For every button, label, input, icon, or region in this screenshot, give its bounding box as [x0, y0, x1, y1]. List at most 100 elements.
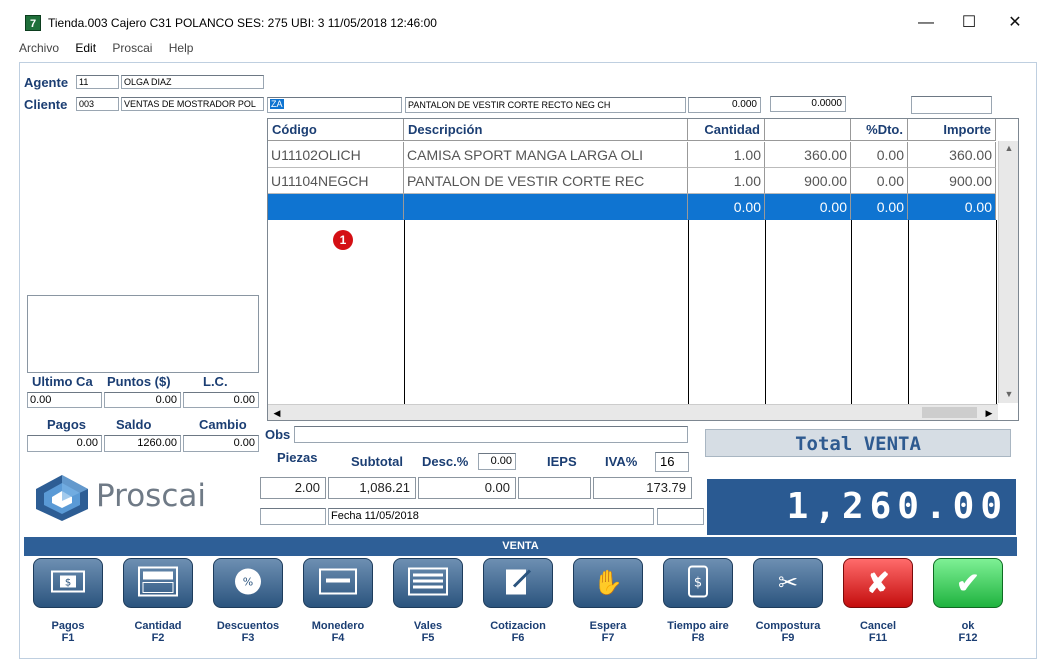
- scroll-up-icon[interactable]: ▲: [1001, 141, 1017, 155]
- iva-pct-field[interactable]: 16: [655, 452, 689, 472]
- entry-price-field[interactable]: 0.0000: [770, 96, 846, 112]
- ok-button[interactable]: ✔: [933, 558, 1003, 608]
- vales-button-label[interactable]: Vales F5: [383, 620, 473, 644]
- x-icon: ✘: [866, 567, 890, 599]
- agente-name-field[interactable]: OLGA DIAZ: [121, 75, 264, 89]
- cell-descripcion[interactable]: CAMISA SPORT MANGA LARGA OLI: [404, 142, 688, 168]
- tiempo-aire-button[interactable]: $: [663, 558, 733, 608]
- notes-box[interactable]: [27, 295, 259, 373]
- compostura-button-label[interactable]: Compostura F9: [743, 620, 833, 644]
- menu-help[interactable]: Help: [169, 41, 194, 55]
- cash-icon: $: [51, 570, 85, 596]
- cell-precio-selected[interactable]: 0.00: [765, 194, 851, 220]
- hand-icon: ✋: [593, 569, 623, 597]
- cotizacion-button[interactable]: [483, 558, 553, 608]
- cell-codigo[interactable]: U11104NEGCH: [268, 168, 404, 194]
- close-button[interactable]: ✕: [992, 8, 1038, 38]
- cell-cantidad-selected[interactable]: 0.00: [688, 194, 765, 220]
- menu-archivo[interactable]: Archivo: [19, 41, 59, 55]
- scroll-right-icon[interactable]: ▶: [982, 406, 996, 420]
- espera-button-label[interactable]: Espera F7: [563, 620, 653, 644]
- entry-code-input[interactable]: ZA: [267, 97, 402, 113]
- cell-dto[interactable]: 0.00: [851, 168, 908, 194]
- entry-extra-field[interactable]: [911, 96, 992, 114]
- cell-importe[interactable]: 360.00: [908, 142, 996, 168]
- cantidad-button[interactable]: [123, 558, 193, 608]
- obs-label: Obs: [265, 427, 291, 442]
- scroll-thumb[interactable]: [922, 407, 977, 418]
- cliente-code-field[interactable]: 003: [76, 97, 119, 111]
- cell-dto[interactable]: 0.00: [851, 142, 908, 168]
- descuento-value: 0.00: [418, 477, 516, 499]
- obs-input[interactable]: [294, 426, 688, 443]
- grid-column-divider: [688, 220, 689, 404]
- ultimo-cambio-label: Ultimo Ca: [32, 374, 93, 389]
- cancel-button-label[interactable]: Cancel F11: [833, 620, 923, 644]
- cell-descripcion[interactable]: PANTALON DE VESTIR CORTE REC: [404, 168, 688, 194]
- menu-proscai[interactable]: Proscai: [112, 41, 152, 55]
- pagos-button-label[interactable]: Pagos F1: [23, 620, 113, 644]
- entry-qty-field[interactable]: 0.000: [688, 97, 761, 113]
- svg-text:$: $: [65, 578, 71, 589]
- saldo-field[interactable]: 1260.00: [104, 435, 181, 452]
- piezas-value: 2.00: [260, 477, 326, 499]
- col-header-cantidad[interactable]: Cantidad: [688, 119, 765, 141]
- entry-description-field[interactable]: PANTALON DE VESTIR CORTE RECTO NEG CH: [405, 97, 686, 113]
- monedero-button-label[interactable]: Monedero F4: [293, 620, 383, 644]
- cell-importe-selected[interactable]: 0.00: [908, 194, 996, 220]
- scroll-down-icon[interactable]: ▼: [1001, 387, 1017, 401]
- puntos-field[interactable]: 0.00: [104, 392, 181, 408]
- pagos-button[interactable]: $: [33, 558, 103, 608]
- fecha-field: Fecha 11/05/2018: [328, 508, 654, 525]
- cell-descripcion-selected[interactable]: [404, 194, 688, 220]
- vales-button[interactable]: [393, 558, 463, 608]
- items-grid[interactable]: Código Descripción Cantidad %Dto. Import…: [267, 118, 1019, 421]
- cambio-label: Cambio: [199, 417, 247, 432]
- lc-field[interactable]: 0.00: [183, 392, 259, 408]
- ultimo-cambio-field[interactable]: 0.00: [27, 392, 102, 408]
- grid-column-divider: [996, 220, 997, 404]
- cancel-button[interactable]: ✘: [843, 558, 913, 608]
- cell-codigo-selected[interactable]: [268, 194, 404, 220]
- cotizacion-button-label[interactable]: Cotizacion F6: [473, 620, 563, 644]
- horizontal-scrollbar[interactable]: ◀ ▶: [268, 404, 998, 420]
- col-header-dto[interactable]: %Dto.: [851, 119, 908, 141]
- cell-codigo[interactable]: U11102OLICH: [268, 142, 404, 168]
- ok-button-label[interactable]: ok F12: [923, 620, 1013, 644]
- cell-cantidad[interactable]: 1.00: [688, 168, 765, 194]
- scissors-icon: ✂: [777, 569, 799, 597]
- cell-precio[interactable]: 900.00: [765, 168, 851, 194]
- agente-code-field[interactable]: 11: [76, 75, 119, 89]
- cell-importe[interactable]: 900.00: [908, 168, 996, 194]
- col-header-precio[interactable]: [765, 119, 851, 141]
- ieps-value: [518, 477, 591, 499]
- compostura-button[interactable]: ✂: [753, 558, 823, 608]
- proscai-logo-text: Proscai: [96, 478, 206, 514]
- cambio-field[interactable]: 0.00: [183, 435, 259, 452]
- descuento-pct-field[interactable]: 0.00: [478, 453, 516, 470]
- descuentos-button[interactable]: %: [213, 558, 283, 608]
- scroll-left-icon[interactable]: ◀: [270, 406, 284, 420]
- cell-cantidad[interactable]: 1.00: [688, 142, 765, 168]
- edit-document-icon: [504, 567, 532, 600]
- pagos-field[interactable]: 0.00: [27, 435, 102, 452]
- subtotal-value: 1,086.21: [328, 477, 416, 499]
- menu-edit[interactable]: Edit: [75, 41, 96, 55]
- col-header-importe[interactable]: Importe: [908, 119, 996, 141]
- minimize-button[interactable]: —: [903, 8, 949, 38]
- cantidad-button-label[interactable]: Cantidad F2: [113, 620, 203, 644]
- vertical-scrollbar[interactable]: ▲ ▼: [998, 141, 1018, 403]
- maximize-button[interactable]: ☐: [946, 8, 992, 38]
- cliente-name-field[interactable]: VENTAS DE MOSTRADOR POL: [121, 97, 264, 111]
- cell-dto-selected[interactable]: 0.00: [851, 194, 908, 220]
- cell-precio[interactable]: 360.00: [765, 142, 851, 168]
- monedero-button[interactable]: [303, 558, 373, 608]
- phone-dollar-icon: $: [688, 565, 708, 601]
- descuentos-button-label[interactable]: Descuentos F3: [203, 620, 293, 644]
- tiempo-aire-button-label[interactable]: Tiempo aire F8: [653, 620, 743, 644]
- entry-code-selected-text: ZA: [270, 99, 284, 109]
- col-header-descripcion[interactable]: Descripción: [404, 119, 688, 141]
- espera-button[interactable]: ✋: [573, 558, 643, 608]
- pagos-label: Pagos: [47, 417, 87, 432]
- col-header-codigo[interactable]: Código: [268, 119, 404, 141]
